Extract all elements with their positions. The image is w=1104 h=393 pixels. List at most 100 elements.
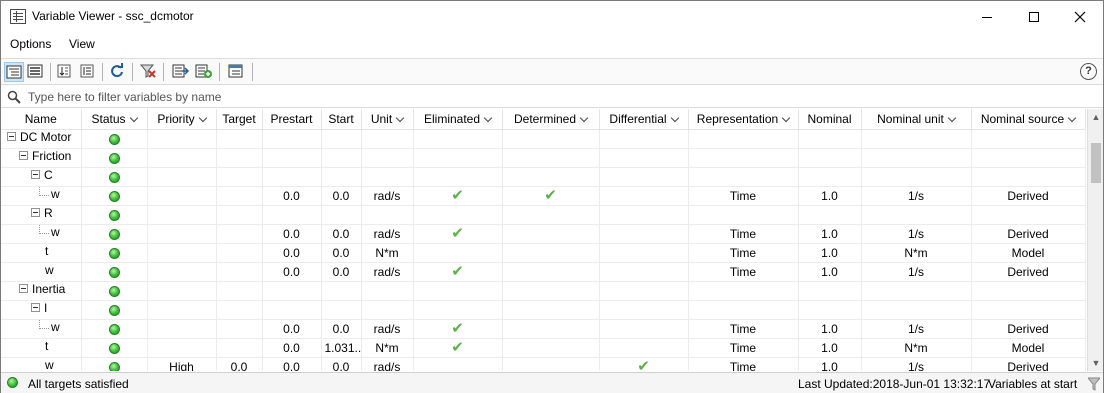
nominal-unit-cell[interactable]: 1/s (861, 357, 972, 371)
sort-order-button[interactable] (55, 62, 75, 82)
representation-cell[interactable]: Time (688, 357, 799, 371)
collapse-icon[interactable] (31, 207, 40, 217)
target-cell[interactable] (216, 205, 263, 225)
target-cell[interactable] (216, 167, 263, 187)
priority-cell[interactable] (147, 300, 217, 320)
priority-cell[interactable] (147, 224, 217, 244)
menu-view[interactable]: View (69, 37, 95, 51)
start-cell[interactable]: 0.0 (321, 243, 362, 263)
start-cell[interactable]: 0.0 (321, 186, 362, 206)
target-cell[interactable] (216, 300, 263, 320)
table-row[interactable]: DC Motor (1, 129, 1086, 149)
scroll-up-icon[interactable]: ▲ (1088, 109, 1104, 125)
name-cell[interactable]: w (1, 186, 82, 206)
unit-cell[interactable] (361, 281, 414, 301)
nominal-cell[interactable]: 1.0 (798, 186, 862, 206)
representation-cell[interactable]: Time (688, 186, 799, 206)
target-cell[interactable]: 0.0 (216, 357, 263, 371)
target-cell[interactable] (216, 243, 263, 263)
name-cell[interactable]: DC Motor (1, 129, 82, 149)
nominal-unit-cell[interactable] (861, 300, 972, 320)
column-header-nominal-source[interactable]: Nominal source (971, 109, 1086, 130)
prestart-cell[interactable]: 0.0 (262, 243, 322, 263)
prestart-cell[interactable] (262, 281, 322, 301)
nominal-cell[interactable]: 1.0 (798, 262, 862, 282)
scroll-down-icon[interactable]: ▼ (1088, 355, 1104, 371)
nominal-source-cell[interactable] (971, 129, 1086, 149)
collapse-icon[interactable] (19, 150, 28, 160)
table-row[interactable]: R (1, 205, 1086, 225)
nominal-cell[interactable] (798, 300, 862, 320)
chevron-down-icon[interactable] (579, 113, 589, 122)
nominal-unit-cell[interactable]: N*m (861, 338, 972, 358)
unit-cell[interactable]: rad/s (361, 319, 414, 339)
representation-cell[interactable] (688, 167, 799, 187)
unit-cell[interactable]: rad/s (361, 186, 414, 206)
prestart-cell[interactable]: 0.0 (262, 338, 322, 358)
representation-cell[interactable]: Time (688, 338, 799, 358)
nominal-source-cell[interactable]: Derived (971, 262, 1086, 282)
column-header-determined[interactable]: Determined (502, 109, 600, 130)
unit-cell[interactable]: rad/s (361, 262, 414, 282)
maximize-button[interactable] (1011, 1, 1057, 32)
nominal-cell[interactable]: 1.0 (798, 319, 862, 339)
priority-cell[interactable] (147, 129, 217, 149)
priority-cell[interactable] (147, 262, 217, 282)
nominal-source-cell[interactable]: Derived (971, 319, 1086, 339)
nominal-unit-cell[interactable] (861, 167, 972, 187)
nominal-unit-cell[interactable]: 1/s (861, 186, 972, 206)
priority-cell[interactable] (147, 167, 217, 187)
nominal-source-cell[interactable]: Derived (971, 357, 1086, 371)
table-row[interactable]: w High 0.0 0.0 0.0 rad/s ✔ Time 1.0 1/s Derived (1, 357, 1086, 371)
column-header-nominal-unit[interactable]: Nominal unit (861, 109, 972, 130)
nominal-unit-cell[interactable]: N*m (861, 243, 972, 263)
prestart-cell[interactable] (262, 300, 322, 320)
prestart-cell[interactable]: 0.0 (262, 224, 322, 244)
name-cell[interactable]: Friction (1, 148, 82, 168)
start-cell[interactable]: 0.0 (321, 357, 362, 371)
nominal-unit-cell[interactable]: 1/s (861, 224, 972, 244)
name-cell[interactable]: C (1, 167, 82, 187)
representation-cell[interactable] (688, 148, 799, 168)
menu-options[interactable]: Options (10, 37, 51, 51)
chevron-down-icon[interactable] (129, 113, 138, 122)
unit-cell[interactable] (361, 300, 414, 320)
column-header-differential[interactable]: Differential (599, 109, 689, 130)
start-cell[interactable]: 0.0 (321, 319, 362, 339)
chevron-down-icon[interactable] (395, 113, 405, 122)
table-row[interactable]: w 0.0 0.0 rad/s ✔ Time 1.0 1/s Derived (1, 319, 1086, 339)
name-cell[interactable]: w (1, 357, 82, 371)
filter-input[interactable] (26, 88, 1086, 106)
column-header-target[interactable]: Target (216, 109, 263, 130)
priority-cell[interactable] (147, 205, 217, 225)
start-cell[interactable] (321, 281, 362, 301)
name-cell[interactable]: w (1, 224, 82, 244)
start-cell[interactable] (321, 129, 362, 149)
priority-cell[interactable] (147, 186, 217, 206)
nominal-source-cell[interactable] (971, 148, 1086, 168)
priority-cell[interactable] (147, 148, 217, 168)
collapse-icon[interactable] (7, 131, 16, 141)
nominal-unit-cell[interactable] (861, 129, 972, 149)
table-row[interactable]: t 0.0 0.0 N*m Time 1.0 N*m Model (1, 243, 1086, 263)
nominal-cell[interactable]: 1.0 (798, 224, 862, 244)
name-cell[interactable]: w (1, 262, 82, 282)
start-cell[interactable]: 0.0 (321, 224, 362, 244)
target-cell[interactable] (216, 224, 263, 244)
table-row[interactable]: t 0.0 1.031... N*m ✔ Time 1.0 N*m Model (1, 338, 1086, 358)
chevron-down-icon[interactable] (781, 113, 791, 122)
nominal-source-cell[interactable] (971, 205, 1086, 225)
prestart-cell[interactable]: 0.0 (262, 357, 322, 371)
priority-cell[interactable] (147, 319, 217, 339)
collapse-icon[interactable] (31, 302, 40, 312)
table-row[interactable]: w 0.0 0.0 rad/s ✔ Time 1.0 1/s Derived (1, 224, 1086, 244)
target-cell[interactable] (216, 129, 263, 149)
list-view-button[interactable] (26, 62, 46, 82)
start-cell[interactable]: 0.0 (321, 262, 362, 282)
name-cell[interactable]: t (1, 338, 82, 358)
chevron-down-icon[interactable] (1067, 113, 1077, 122)
unit-cell[interactable] (361, 148, 414, 168)
table-row[interactable]: I (1, 300, 1086, 320)
nominal-source-cell[interactable]: Model (971, 338, 1086, 358)
representation-cell[interactable] (688, 129, 799, 149)
